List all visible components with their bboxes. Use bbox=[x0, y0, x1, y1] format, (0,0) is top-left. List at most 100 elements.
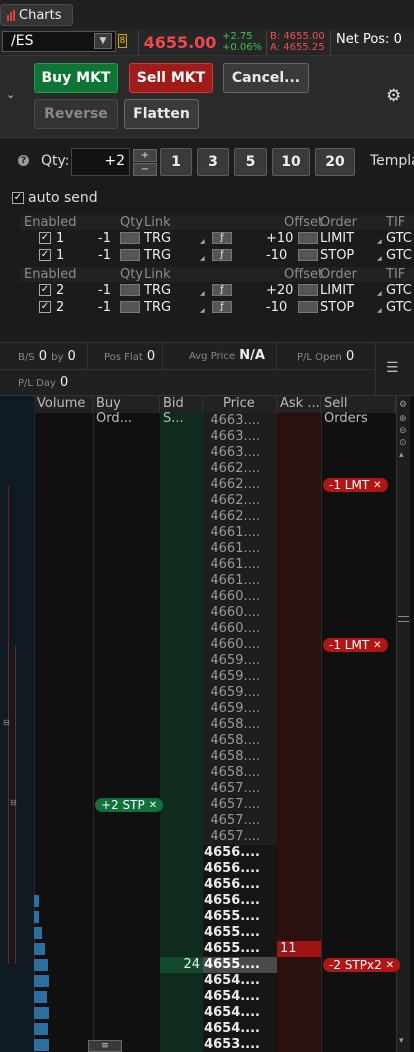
price-cell[interactable]: 4661.... bbox=[203, 557, 277, 573]
gear-icon[interactable]: ⚙ bbox=[399, 400, 407, 410]
bracket-order-type[interactable]: LIMIT bbox=[320, 231, 354, 246]
price-cell[interactable]: 4660.... bbox=[203, 621, 277, 637]
ladder-row[interactable]: 4657.... bbox=[0, 781, 414, 797]
bracket-tif[interactable]: GTC bbox=[386, 300, 412, 315]
col-header-buy-orders[interactable]: Buy Ord... bbox=[93, 396, 160, 426]
price-cell[interactable]: 4663.... bbox=[203, 445, 277, 461]
price-cell[interactable]: 4660.... bbox=[203, 589, 277, 605]
buy-order-badge[interactable]: +2 STP ✕ bbox=[95, 798, 164, 812]
price-cell[interactable]: 4655.... bbox=[203, 957, 277, 973]
flatten-button[interactable]: Flatten bbox=[124, 99, 199, 129]
ladder-row[interactable]: 4655.... bbox=[0, 925, 414, 941]
ladder-row[interactable]: 4654.... bbox=[0, 973, 414, 989]
price-cell[interactable]: 4662.... bbox=[203, 509, 277, 525]
reverse-button[interactable]: Reverse bbox=[34, 99, 118, 129]
ladder-row[interactable]: 4659.... bbox=[0, 701, 414, 717]
offset-function-icon[interactable]: ƒ bbox=[212, 249, 232, 261]
ladder-row[interactable]: 4662.... bbox=[0, 461, 414, 477]
price-cell[interactable]: 4655.... bbox=[203, 941, 277, 957]
ladder-row[interactable]: 4658.... bbox=[0, 749, 414, 765]
bracket-offset[interactable]: -10 bbox=[266, 248, 287, 263]
ladder-row[interactable]: 4654.... bbox=[0, 989, 414, 1005]
sell-order-badge[interactable]: -2 STPx2 ✕ bbox=[323, 958, 401, 972]
price-cell[interactable]: 4663.... bbox=[203, 413, 277, 429]
ladder-row[interactable]: 4658.... bbox=[0, 733, 414, 749]
price-cell[interactable]: 4662.... bbox=[203, 477, 277, 493]
ladder-row[interactable]: 4656.... bbox=[0, 877, 414, 893]
bracket-link[interactable]: TRG bbox=[144, 231, 171, 246]
ladder-row[interactable]: 4657.... bbox=[0, 829, 414, 845]
price-cell[interactable]: 4662.... bbox=[203, 461, 277, 477]
chevron-down-icon[interactable]: ⌄ bbox=[6, 88, 15, 101]
bracket-order-type[interactable]: STOP bbox=[320, 300, 354, 315]
ladder-row[interactable]: 4663.... bbox=[0, 413, 414, 429]
bid-size-cell[interactable]: 24 bbox=[160, 957, 203, 973]
cancel-orders-button[interactable]: Cancel... bbox=[223, 63, 309, 93]
gear-icon[interactable]: ⚙ bbox=[386, 86, 401, 106]
link-group-badge[interactable]: 8 bbox=[118, 34, 127, 48]
ladder-row[interactable]: 4662.... -1 LMT ✕ bbox=[0, 477, 414, 493]
qty-preset-button[interactable]: 1 bbox=[160, 148, 192, 176]
price-cell[interactable]: 4656.... bbox=[203, 877, 277, 893]
price-cell[interactable]: 4657.... bbox=[203, 813, 277, 829]
ladder-row[interactable]: 4655.... 11 bbox=[0, 941, 414, 957]
price-cell[interactable]: 4654.... bbox=[203, 989, 277, 1005]
close-icon[interactable]: ✕ bbox=[373, 480, 381, 491]
bracket-enabled-checkbox[interactable]: ✓ bbox=[39, 301, 51, 313]
ladder-row[interactable]: 4654.... bbox=[0, 1005, 414, 1021]
col-header-sell-orders[interactable]: Sell Orders bbox=[321, 396, 396, 426]
order-type-icon[interactable] bbox=[298, 301, 318, 313]
help-icon[interactable]: ? bbox=[18, 155, 29, 166]
close-icon[interactable]: ✕ bbox=[373, 640, 381, 651]
qty-decrement-icon[interactable]: − bbox=[133, 163, 157, 176]
price-cell[interactable]: 4657.... bbox=[203, 797, 277, 813]
qty-preset-button[interactable]: 20 bbox=[315, 148, 355, 176]
sell-order-badge[interactable]: -1 LMT ✕ bbox=[323, 478, 388, 492]
ladder-row[interactable]: 4656.... bbox=[0, 893, 414, 909]
ladder-row[interactable]: 4661.... bbox=[0, 573, 414, 589]
trigger-icon[interactable] bbox=[120, 284, 140, 296]
offset-function-icon[interactable]: ƒ bbox=[212, 301, 232, 313]
price-cell[interactable]: 4658.... bbox=[203, 749, 277, 765]
close-icon[interactable]: ✕ bbox=[149, 800, 157, 811]
bracket-tif[interactable]: GTC bbox=[386, 248, 412, 263]
price-cell[interactable]: 4659.... bbox=[203, 653, 277, 669]
ladder-row[interactable]: 4662.... bbox=[0, 493, 414, 509]
bracket-enabled-checkbox[interactable]: ✓ bbox=[39, 249, 51, 261]
ladder-row[interactable]: 4663.... bbox=[0, 429, 414, 445]
ladder-row[interactable]: 4659.... bbox=[0, 669, 414, 685]
qty-input[interactable]: +2 bbox=[71, 148, 130, 176]
price-cell[interactable]: 4661.... bbox=[203, 541, 277, 557]
sell-market-button[interactable]: Sell MKT bbox=[129, 63, 213, 93]
price-cell[interactable]: 4655.... bbox=[203, 909, 277, 925]
ladder-row[interactable]: 4661.... bbox=[0, 557, 414, 573]
price-cell[interactable]: 4662.... bbox=[203, 493, 277, 509]
ladder-row[interactable]: 4657.... bbox=[0, 813, 414, 829]
price-cell[interactable]: 4654.... bbox=[203, 1005, 277, 1021]
ladder-row[interactable]: 4661.... bbox=[0, 525, 414, 541]
bracket-link[interactable]: TRG bbox=[144, 300, 171, 315]
checkbox-icon[interactable]: ✓ bbox=[12, 192, 24, 204]
trigger-icon[interactable] bbox=[120, 301, 140, 313]
price-cell[interactable]: 4660.... bbox=[203, 637, 277, 653]
auto-send-checkbox[interactable]: ✓ auto send bbox=[12, 190, 98, 206]
price-cell[interactable]: 4653.... bbox=[203, 1037, 277, 1052]
list-icon[interactable]: ☰ bbox=[386, 360, 399, 376]
qty-preset-button[interactable]: 3 bbox=[197, 148, 229, 176]
bracket-order-row[interactable]: ✓ 1 -1 TRG ◢ ƒ +10 LIMIT ◢ GTC bbox=[20, 231, 414, 247]
offset-function-icon[interactable]: ƒ bbox=[212, 232, 232, 244]
ladder-row[interactable]: 4655.... 24 -2 STPx2 ✕ bbox=[0, 957, 414, 973]
price-cell[interactable]: 4661.... bbox=[203, 525, 277, 541]
bracket-tif[interactable]: GTC bbox=[386, 231, 412, 246]
price-cell[interactable]: 4659.... bbox=[203, 701, 277, 717]
ladder-row[interactable]: 4660.... bbox=[0, 605, 414, 621]
col-header-bid-size[interactable]: Bid S... bbox=[160, 396, 203, 426]
bracket-offset[interactable]: +20 bbox=[266, 283, 293, 298]
order-type-icon[interactable] bbox=[298, 284, 318, 296]
price-cell[interactable]: 4659.... bbox=[203, 669, 277, 685]
price-cell[interactable]: 4655.... bbox=[203, 925, 277, 941]
price-cell[interactable]: 4659.... bbox=[203, 685, 277, 701]
bracket-enabled-checkbox[interactable]: ✓ bbox=[39, 284, 51, 296]
ladder-row[interactable]: 4656.... bbox=[0, 861, 414, 877]
close-icon[interactable]: ✕ bbox=[386, 960, 394, 971]
